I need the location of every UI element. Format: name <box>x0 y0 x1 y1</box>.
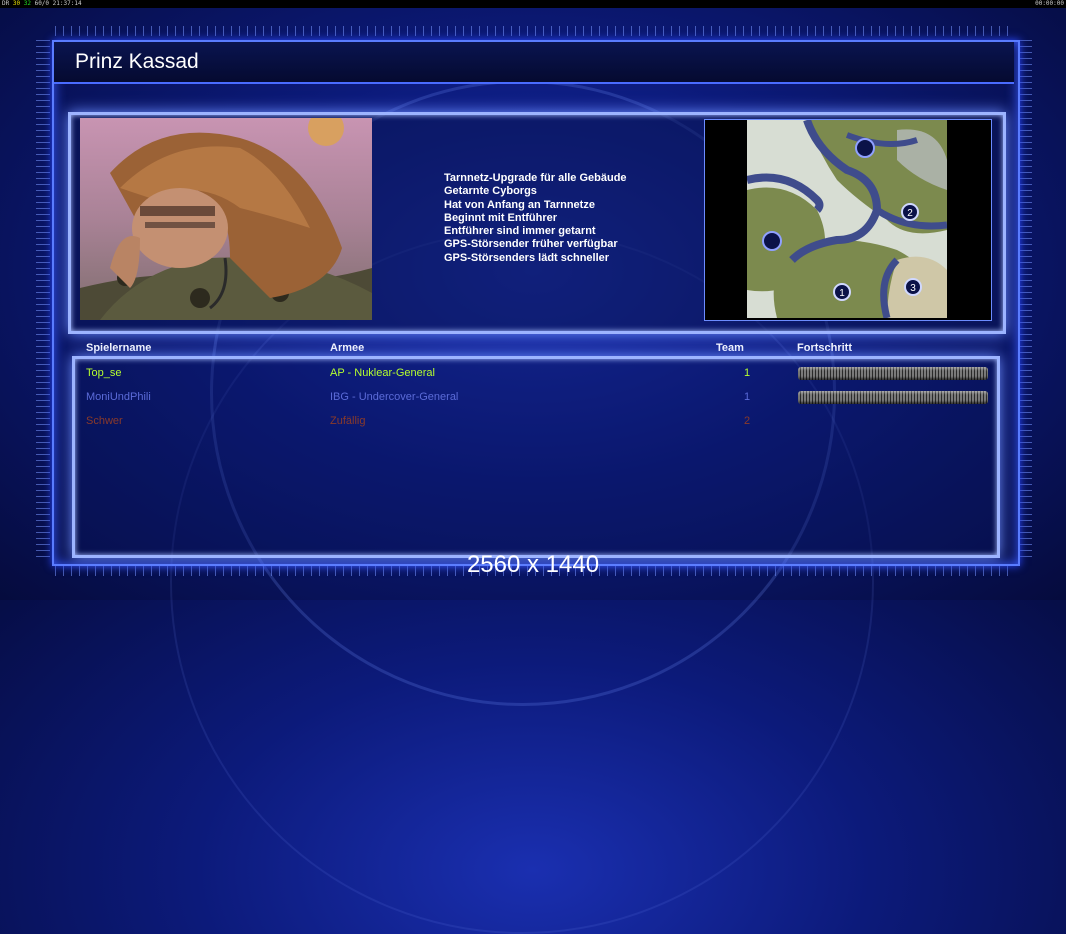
header-player-name: Spielername <box>86 342 152 354</box>
feature-line: Hat von Anfang an Tarnnetze <box>444 198 595 211</box>
player-name: Schwer <box>86 415 123 427</box>
hud-left-readout: DR 30 32 60/0 21:37:14 <box>2 0 82 8</box>
table-row: Schwer Zufällig 2 <box>0 415 1066 437</box>
feature-line: Tarnnetz-Upgrade für alle Gebäude <box>444 172 627 184</box>
resolution-label: 2560 x 1440 <box>466 551 600 578</box>
player-team: 1 <box>744 391 751 403</box>
header-progress: Fortschritt <box>797 342 852 354</box>
general-feature-list: Tarnnetz-Upgrade für alle Gebäude Getarn… <box>444 172 627 265</box>
feature-line: GPS-Störsenders lädt schneller <box>444 251 610 264</box>
minimap-marker-3: 3 <box>910 283 916 294</box>
player-progress-bar <box>798 391 988 404</box>
feature-line: Getarnte Cyborgs <box>444 185 537 198</box>
player-army: IBG - Undercover-General <box>330 391 459 403</box>
decor-ruler-left <box>36 40 50 560</box>
player-team: 1 <box>744 367 751 379</box>
minimap: 2 1 3 <box>747 120 947 318</box>
decor-ruler-top <box>55 26 1015 36</box>
minimap-marker-2: 2 <box>907 208 913 219</box>
player-team: 2 <box>744 415 751 427</box>
feature-line: Beginnt mit Entführer <box>444 211 558 224</box>
decor-ruler-right <box>1018 40 1032 560</box>
feature-line: GPS-Störsender früher verfügbar <box>444 238 618 251</box>
minimap-terrain: 2 1 3 <box>747 120 947 318</box>
minimap-marker-1: 1 <box>839 288 845 299</box>
player-army: AP - Nuklear-General <box>330 367 435 379</box>
player-name: Top_se <box>86 367 122 379</box>
player-progress-bar <box>798 367 988 380</box>
hud-text-d: 60/0 <box>34 0 50 7</box>
general-portrait <box>80 118 372 320</box>
hud-text-c: 32 <box>23 0 31 7</box>
header-team: Team <box>716 342 744 354</box>
portrait-image <box>80 118 372 320</box>
player-army: Zufällig <box>330 415 366 427</box>
feature-line: Entführer sind immer getarnt <box>444 225 596 238</box>
header-army: Armee <box>330 342 365 354</box>
player-name: MoniUndPhili <box>86 391 151 403</box>
hud-text-b: 30 <box>12 0 21 7</box>
hud-clock-right: 00:00:00 <box>1035 0 1064 7</box>
general-name-title: Prinz Kassad <box>75 50 199 73</box>
hud-top-bar: DR 30 32 60/0 21:37:14 00:00:00 <box>0 0 1066 8</box>
hud-clock-left: 21:37:14 <box>52 0 82 7</box>
table-row: MoniUndPhili IBG - Undercover-General 1 <box>0 391 1066 413</box>
hud-text-a: DR <box>2 0 10 7</box>
table-row: Top_se AP - Nuklear-General 1 <box>0 367 1066 389</box>
